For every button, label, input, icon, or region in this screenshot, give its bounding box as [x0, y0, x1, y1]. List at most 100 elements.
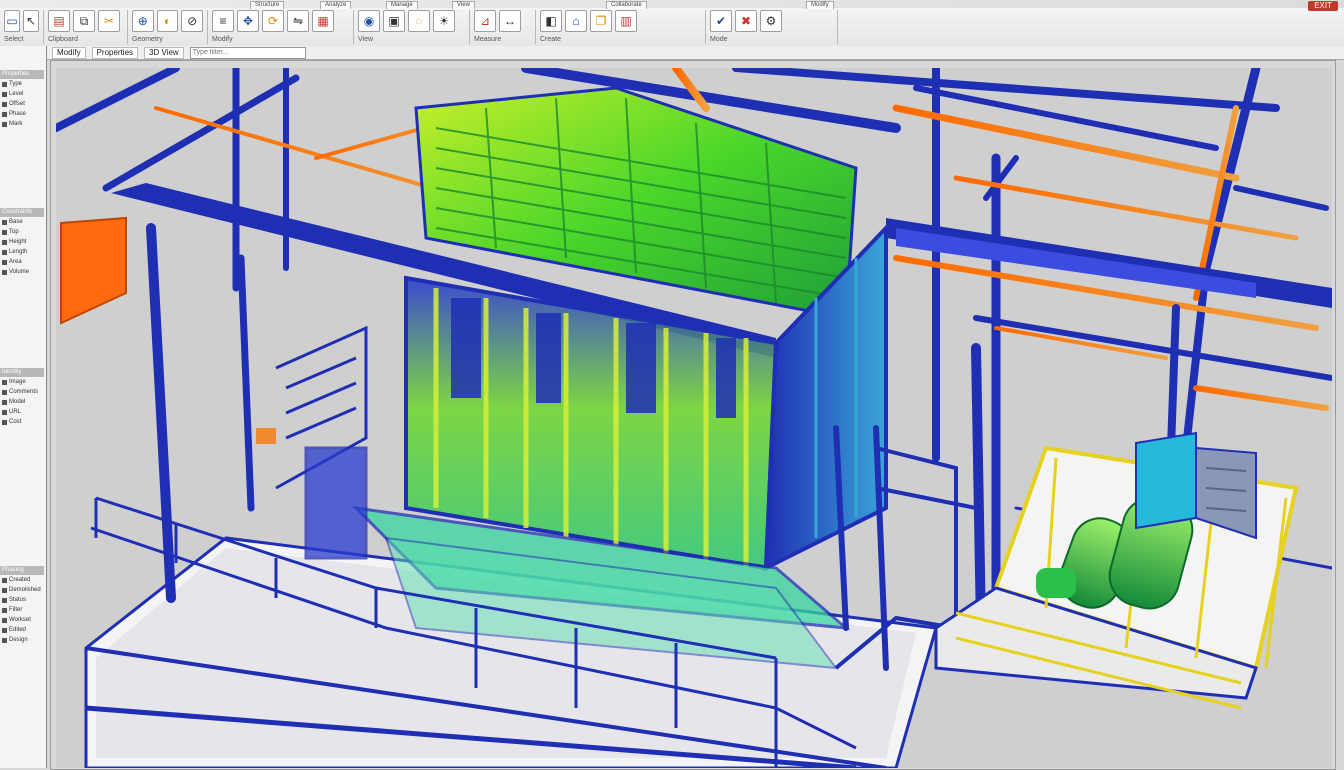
- paste-icon[interactable]: ▤: [48, 10, 70, 32]
- title-strip: [0, 0, 1344, 8]
- property-row[interactable]: Type: [0, 79, 44, 89]
- mirror-icon[interactable]: ⇋: [287, 10, 309, 32]
- component-icon[interactable]: ◧: [540, 10, 562, 32]
- section-title: Constraints: [0, 208, 44, 217]
- property-row[interactable]: Demolished: [0, 585, 44, 595]
- model-canvas[interactable]: [56, 68, 1332, 768]
- property-label: Demolished: [9, 587, 41, 593]
- section-icon[interactable]: ▣: [383, 10, 405, 32]
- select-icon[interactable]: ▭: [4, 10, 20, 32]
- 3d-viewport[interactable]: [56, 68, 1332, 768]
- cope-icon[interactable]: ◐: [156, 10, 179, 32]
- copy-icon[interactable]: ⧉: [73, 10, 95, 32]
- property-icon: [2, 219, 7, 225]
- tab-manage[interactable]: Manage: [386, 1, 418, 9]
- property-row[interactable]: Phase: [0, 109, 44, 119]
- property-row[interactable]: Mark: [0, 119, 44, 129]
- tab-view[interactable]: View: [452, 1, 475, 9]
- property-row[interactable]: Length: [0, 247, 44, 257]
- assembly-icon[interactable]: ▥: [615, 10, 637, 32]
- property-row[interactable]: Offset: [0, 99, 44, 109]
- property-label: Area: [9, 259, 22, 265]
- render-icon[interactable]: ☀: [433, 10, 455, 32]
- property-row[interactable]: Area: [0, 257, 44, 267]
- stair-left[interactable]: [275, 325, 368, 560]
- property-row[interactable]: Design: [0, 635, 44, 645]
- modify-icon[interactable]: ↖: [23, 10, 39, 32]
- cancel-icon[interactable]: ✖: [735, 10, 757, 32]
- property-label: Workset: [9, 617, 31, 623]
- property-label: Base: [9, 219, 23, 225]
- split-icon[interactable]: ⊘: [181, 10, 204, 32]
- property-label: Volume: [9, 269, 30, 275]
- tab-modify[interactable]: Modify: [806, 1, 834, 9]
- close-button[interactable]: EXIT: [1308, 1, 1338, 11]
- property-label: Cost: [9, 419, 22, 425]
- property-row[interactable]: Level: [0, 89, 44, 99]
- ribbon-group-label: Create: [540, 36, 562, 43]
- options-3dview-button[interactable]: 3D View: [144, 46, 184, 59]
- family-icon[interactable]: ⌂: [565, 10, 587, 32]
- align-icon[interactable]: ≡: [212, 10, 234, 32]
- options-properties-button[interactable]: Properties: [91, 46, 139, 59]
- property-row[interactable]: Volume: [0, 267, 44, 277]
- duct-block[interactable]: [60, 216, 127, 325]
- group-icon[interactable]: ❐: [590, 10, 612, 32]
- property-icon: [2, 607, 7, 613]
- property-row[interactable]: Status: [0, 595, 44, 605]
- cut-icon[interactable]: ✂: [98, 10, 120, 32]
- property-row[interactable]: Cost: [0, 417, 44, 427]
- property-row[interactable]: Image: [0, 377, 44, 387]
- finish-icon[interactable]: ✔: [710, 10, 732, 32]
- property-icon: [2, 101, 7, 107]
- property-row[interactable]: Top: [0, 227, 44, 237]
- ribbon-group-label: Clipboard: [48, 36, 78, 43]
- options-modify-button[interactable]: Modify: [52, 46, 86, 59]
- tab-structure[interactable]: Structure: [250, 1, 285, 9]
- property-icon: [2, 111, 7, 117]
- property-icon: [2, 239, 7, 245]
- ribbon-group-label: Modify: [212, 36, 233, 43]
- join-icon[interactable]: ⊕: [132, 10, 154, 32]
- panel-section-phasing: Phasing Created Demolished Status Filter…: [0, 566, 44, 645]
- property-row[interactable]: Height: [0, 237, 44, 247]
- property-label: Offset: [9, 101, 25, 107]
- property-icon: [2, 409, 7, 415]
- ribbon-group-create: ◧ ⌂ ❐ ▥ Create: [536, 10, 706, 44]
- property-row[interactable]: Base: [0, 217, 44, 227]
- array-icon[interactable]: ▦: [312, 10, 334, 32]
- ribbon-group-label: Mode: [710, 36, 728, 43]
- property-label: Length: [9, 249, 28, 255]
- dimension-icon[interactable]: ↔: [499, 10, 521, 32]
- view-icon[interactable]: ◉: [358, 10, 380, 32]
- tab-collaborate[interactable]: Collaborate: [606, 1, 647, 9]
- property-row[interactable]: Workset: [0, 615, 44, 625]
- move-icon[interactable]: ✥: [237, 10, 259, 32]
- property-row[interactable]: Comments: [0, 387, 44, 397]
- property-icon: [2, 587, 7, 593]
- property-label: Top: [9, 229, 19, 235]
- ribbon-group-modify: ≡ ✥ ⟳ ⇋ ▦ Modify: [208, 10, 354, 44]
- panel-section-identity: Identity Image Comments Model URL Cost: [0, 368, 44, 427]
- property-icon: [2, 229, 7, 235]
- valve-marker[interactable]: [256, 428, 276, 444]
- property-row[interactable]: URL: [0, 407, 44, 417]
- property-icon: [2, 269, 7, 275]
- property-row[interactable]: Model: [0, 397, 44, 407]
- panel-section-constraints: Constraints Base Top Height Length Area …: [0, 208, 44, 277]
- ribbon-group-label: Select: [4, 36, 24, 43]
- tab-analyze[interactable]: Analyze: [320, 1, 352, 9]
- rotate-icon[interactable]: ⟳: [262, 10, 284, 32]
- property-label: Comments: [9, 389, 39, 395]
- measure-icon[interactable]: ⊿: [474, 10, 496, 32]
- property-row[interactable]: Created: [0, 575, 44, 585]
- property-row[interactable]: Edited: [0, 625, 44, 635]
- property-row[interactable]: Filter: [0, 605, 44, 615]
- ribbon-group-clipboard: ▤ ⧉ ✂ Clipboard: [44, 10, 128, 44]
- section-title: Properties: [0, 70, 44, 79]
- settings-icon[interactable]: ⚙: [760, 10, 782, 32]
- ribbon-group-view: ◉ ▣ ◌ ☀ View: [354, 10, 470, 44]
- property-icon: [2, 597, 7, 603]
- filter-input[interactable]: [189, 46, 306, 59]
- hide-icon[interactable]: ◌: [408, 10, 430, 32]
